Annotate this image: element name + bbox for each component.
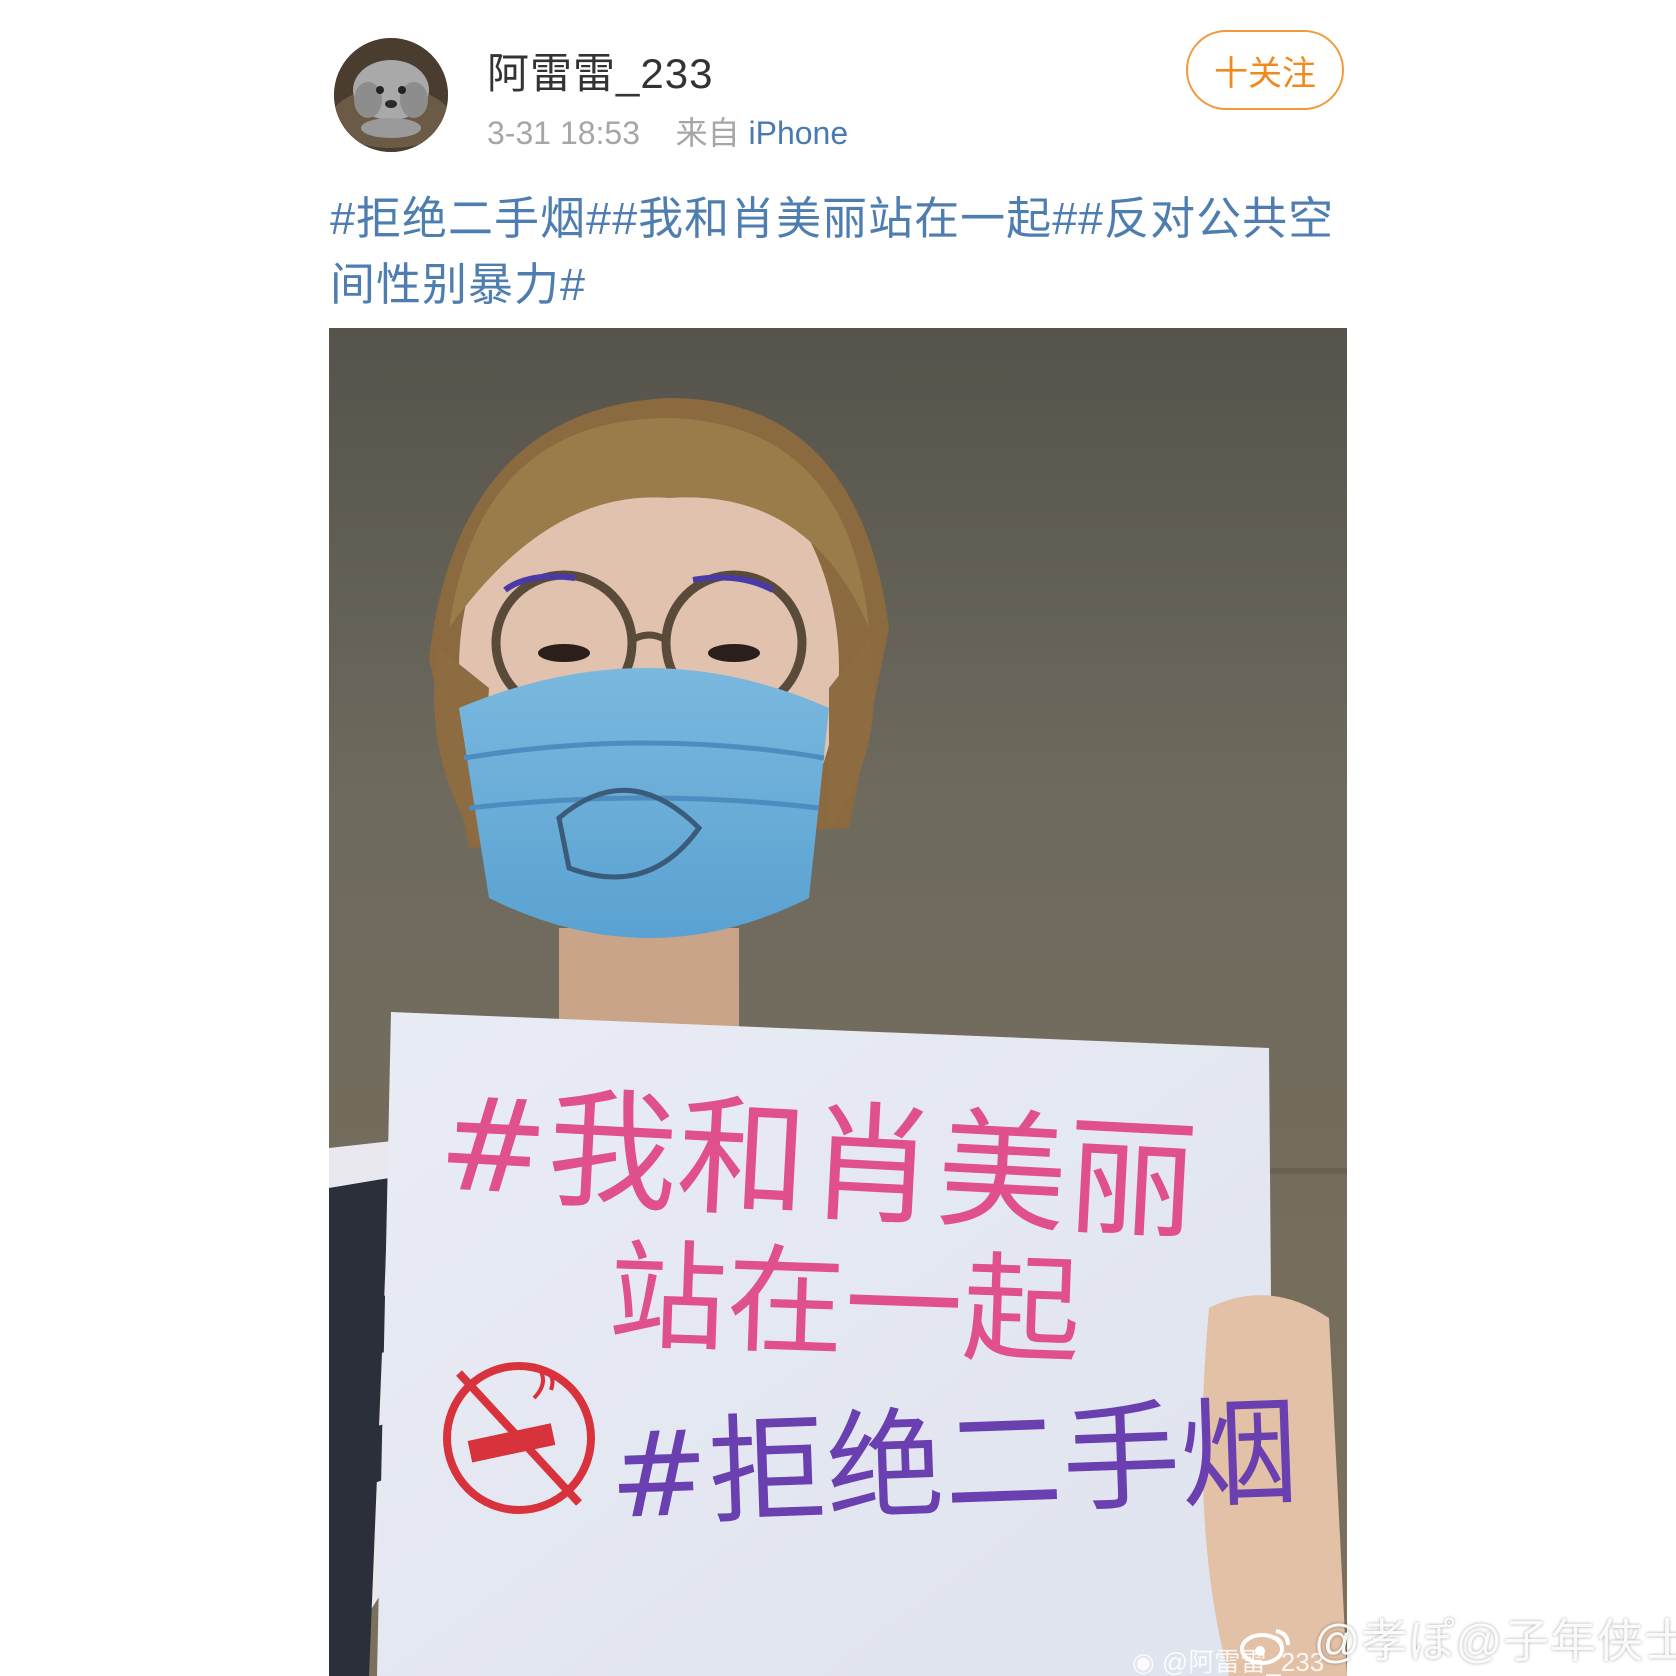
source-prefix: 来自 xyxy=(675,115,740,151)
weibo-icon: ◉ xyxy=(1132,1647,1155,1676)
dog-avatar-image xyxy=(334,38,448,152)
source-device-link[interactable]: iPhone xyxy=(748,115,848,151)
hashtag-link[interactable]: #我和肖美丽站在一起# xyxy=(612,193,1078,244)
sign-line-3: #拒绝二手烟 xyxy=(607,1383,1301,1545)
weibo-post-screenshot: 阿雷雷_233 3-31 18:53 来自 iPhone 十关注 #拒绝二手烟#… xyxy=(0,0,1676,1676)
username[interactable]: 阿雷雷_233 xyxy=(487,40,713,101)
follow-button[interactable]: 十关注 xyxy=(1186,30,1344,110)
post-photo[interactable]: #我和肖美丽 站在一起 #拒绝二手烟 xyxy=(329,328,1347,1676)
hashtag-link[interactable]: #拒绝二手烟# xyxy=(330,193,612,244)
sign-line-2: 站在一起 xyxy=(606,1226,1083,1382)
avatar[interactable] xyxy=(334,38,448,152)
weibo-icon xyxy=(1240,1628,1290,1665)
overlay-watermark: @孝ぽ@子年侠士 xyxy=(1238,1605,1676,1671)
post-meta: 3-31 18:53 来自 iPhone xyxy=(487,108,848,154)
post-text: #拒绝二手烟##我和肖美丽站在一起##反对公共空间性别暴力# xyxy=(330,186,1350,318)
post-timestamp: 3-31 18:53 xyxy=(487,115,641,151)
